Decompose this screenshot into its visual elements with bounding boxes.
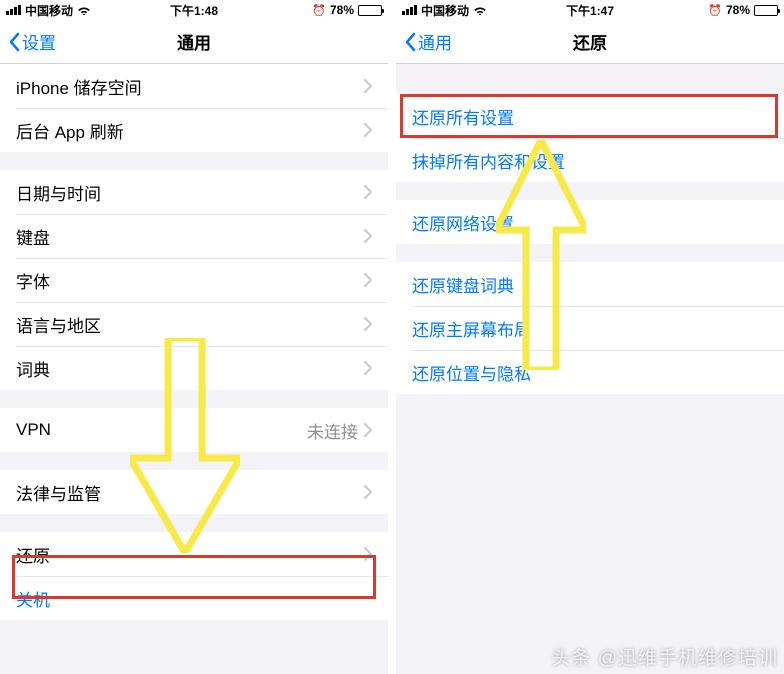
page-title: 还原 (573, 29, 607, 54)
chevron-right-icon (364, 423, 372, 437)
alarm-icon: ⏰ (708, 4, 722, 17)
row-label: iPhone 储存空间 (16, 74, 364, 99)
nav-bar: 通用 还原 (396, 20, 784, 64)
chevron-right-icon (364, 79, 372, 93)
row-label: 后台 App 刷新 (16, 118, 364, 143)
row-label: 法律与监管 (16, 480, 364, 505)
row-bg-refresh[interactable]: 后台 App 刷新 (0, 108, 388, 152)
row-label: 还原位置与隐私 (412, 360, 768, 385)
signal-icon (402, 5, 417, 15)
chevron-right-icon (364, 317, 372, 331)
row-label: 日期与时间 (16, 180, 364, 205)
chevron-right-icon (364, 123, 372, 137)
page-title: 通用 (177, 29, 211, 54)
row-keyboard[interactable]: 键盘 (0, 214, 388, 258)
wifi-icon (77, 5, 91, 15)
row-lang-region[interactable]: 语言与地区 (0, 302, 388, 346)
row-datetime[interactable]: 日期与时间 (0, 170, 388, 214)
row-label: 还原网络设置 (412, 210, 768, 235)
back-label: 设置 (22, 29, 56, 54)
back-button[interactable]: 通用 (404, 29, 452, 54)
back-button[interactable]: 设置 (8, 29, 56, 54)
row-reset-keyboard[interactable]: 还原键盘词典 (396, 262, 784, 306)
row-label: 关机 (16, 586, 372, 611)
battery-pct: 78% (726, 3, 750, 17)
alarm-icon: ⏰ (312, 4, 326, 17)
phone-right: 中国移动 下午1:47 ⏰ 78% 通用 还原 还原所有设置 抹掉所有内容和设置 (396, 0, 784, 674)
row-label: 还原主屏幕布局 (412, 316, 768, 341)
chevron-right-icon (364, 229, 372, 243)
carrier-label: 中国移动 (25, 2, 73, 19)
row-reset[interactable]: 还原 (0, 532, 388, 576)
row-label: 词典 (16, 356, 364, 381)
row-reset-all[interactable]: 还原所有设置 (396, 94, 784, 138)
row-shutdown[interactable]: 关机 (0, 576, 388, 620)
row-reset-home[interactable]: 还原主屏幕布局 (396, 306, 784, 350)
row-label: 语言与地区 (16, 312, 364, 337)
signal-icon (6, 5, 21, 15)
chevron-right-icon (364, 185, 372, 199)
chevron-right-icon (364, 361, 372, 375)
reset-list: 还原所有设置 抹掉所有内容和设置 还原网络设置 还原键盘词典 还原主屏幕布局 还… (396, 94, 784, 394)
row-fonts[interactable]: 字体 (0, 258, 388, 302)
row-label: 抹掉所有内容和设置 (412, 148, 768, 173)
row-label: 还原 (16, 542, 364, 567)
row-label: 字体 (16, 268, 364, 293)
row-label: 还原键盘词典 (412, 272, 768, 297)
watermark: 头条 @迅维手机维修培训 (551, 643, 778, 670)
row-reset-network[interactable]: 还原网络设置 (396, 200, 784, 244)
battery-icon (754, 5, 778, 16)
row-label: 还原所有设置 (412, 104, 768, 129)
row-erase-all[interactable]: 抹掉所有内容和设置 (396, 138, 784, 182)
row-label: 键盘 (16, 224, 364, 249)
chevron-right-icon (364, 547, 372, 561)
wifi-icon (473, 5, 487, 15)
status-bar: 中国移动 下午1:48 ⏰ 78% (0, 0, 388, 20)
status-time: 下午1:47 (566, 2, 614, 19)
row-detail: 未连接 (307, 418, 358, 443)
status-bar: 中国移动 下午1:47 ⏰ 78% (396, 0, 784, 20)
chevron-right-icon (364, 273, 372, 287)
status-time: 下午1:48 (170, 2, 218, 19)
settings-list: iPhone 储存空间 后台 App 刷新 日期与时间 键盘 字体 (0, 64, 388, 620)
back-label: 通用 (418, 29, 452, 54)
chevron-right-icon (364, 485, 372, 499)
row-dictionary[interactable]: 词典 (0, 346, 388, 390)
chevron-left-icon (404, 32, 416, 52)
battery-pct: 78% (330, 3, 354, 17)
carrier-label: 中国移动 (421, 2, 469, 19)
row-reset-location[interactable]: 还原位置与隐私 (396, 350, 784, 394)
chevron-left-icon (8, 32, 20, 52)
row-label: VPN (16, 420, 307, 440)
row-storage[interactable]: iPhone 储存空间 (0, 64, 388, 108)
row-vpn[interactable]: VPN 未连接 (0, 408, 388, 452)
battery-icon (358, 5, 382, 16)
phone-left: 中国移动 下午1:48 ⏰ 78% 设置 通用 iPhone 储存空间 后台 A… (0, 0, 388, 674)
row-legal[interactable]: 法律与监管 (0, 470, 388, 514)
nav-bar: 设置 通用 (0, 20, 388, 64)
